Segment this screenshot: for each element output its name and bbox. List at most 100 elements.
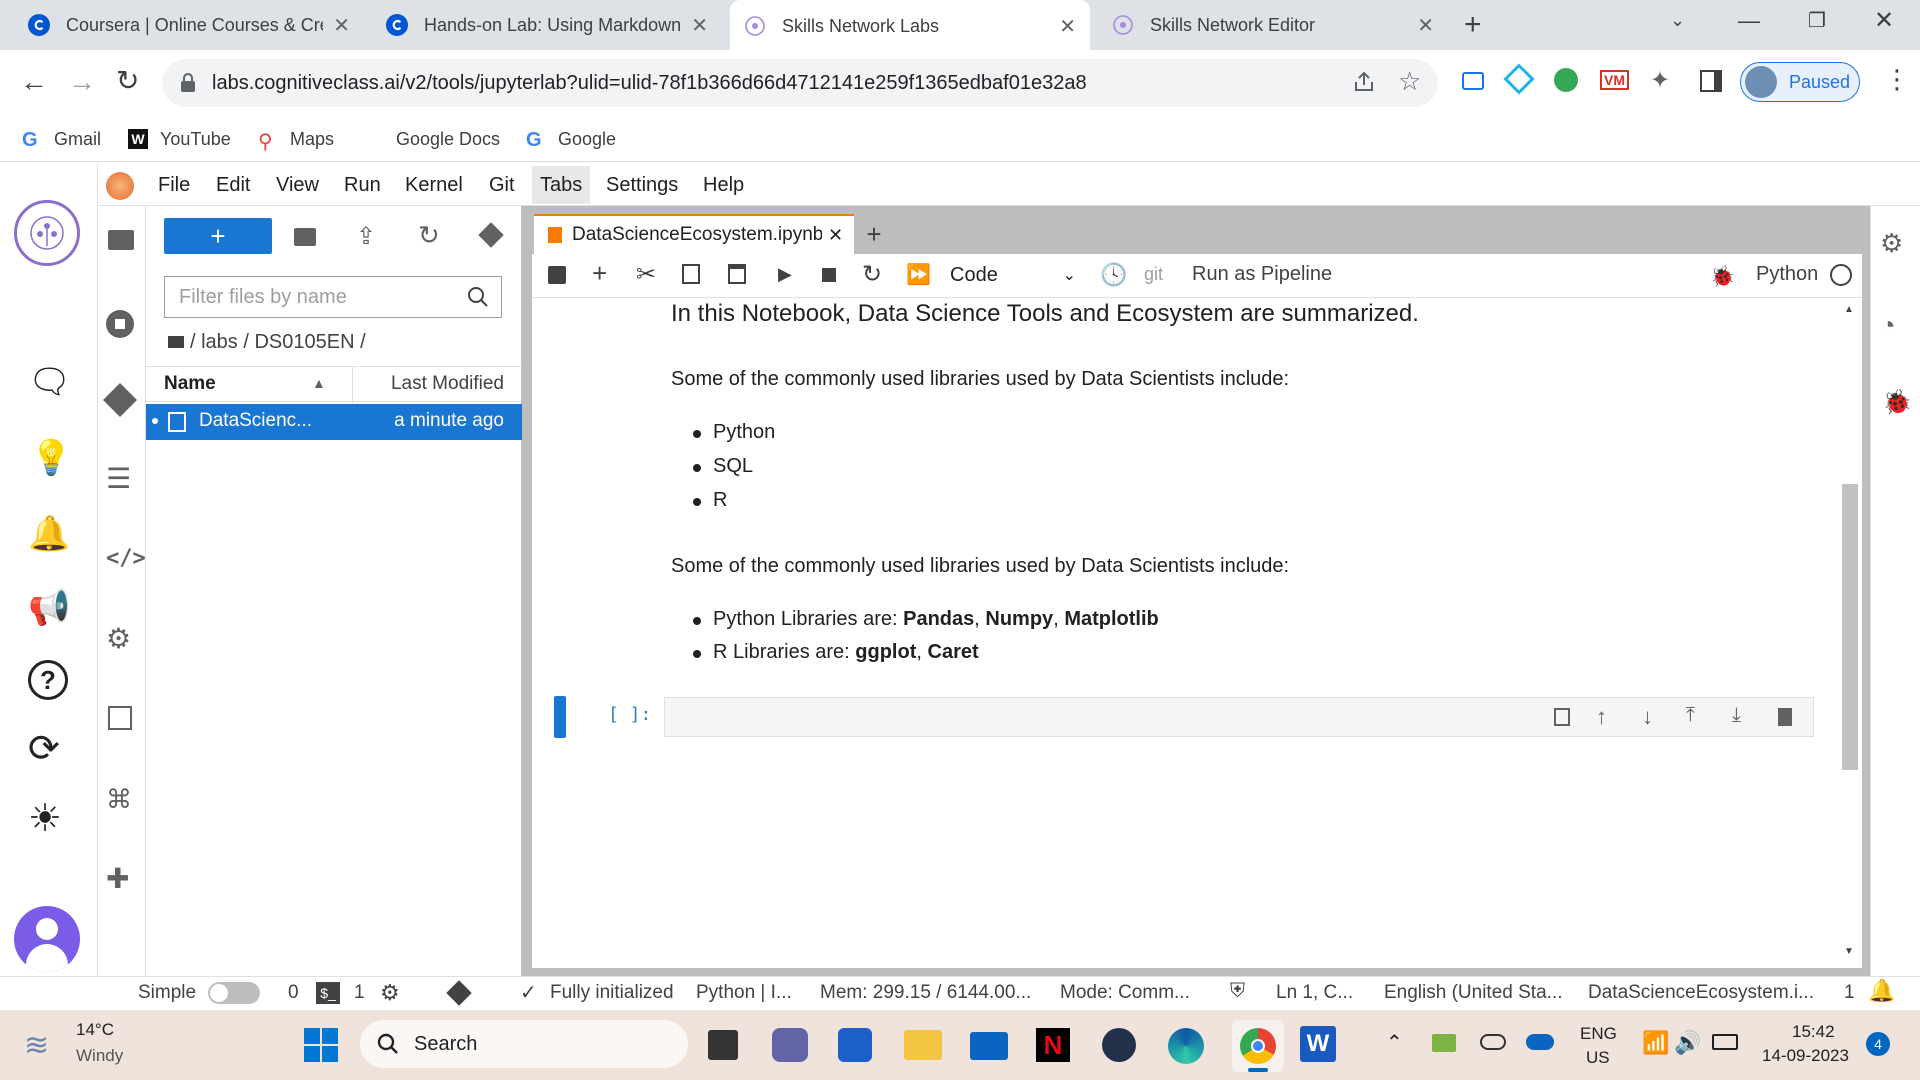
user-avatar-icon[interactable] — [14, 906, 80, 972]
windows-start-icon[interactable] — [304, 1028, 338, 1062]
teams-icon[interactable] — [772, 1028, 808, 1062]
restore-button[interactable]: ❐ — [1808, 8, 1826, 33]
insert-cell-icon[interactable]: + — [592, 258, 607, 289]
run-as-pipeline-button[interactable]: Run as Pipeline — [1192, 263, 1332, 286]
language-status[interactable]: English (United Sta... — [1384, 980, 1562, 1006]
edge-icon[interactable] — [1168, 1028, 1204, 1064]
minimize-button[interactable]: — — [1738, 8, 1760, 34]
screen-capture-extension-icon[interactable] — [1462, 72, 1484, 90]
close-icon[interactable]: ✕ — [828, 225, 843, 246]
move-up-icon[interactable]: ↑ — [1596, 704, 1607, 730]
upload-icon[interactable]: ⇪ — [356, 222, 376, 251]
chrome-taskbar-item[interactable] — [1232, 1020, 1284, 1072]
vm-extension-icon[interactable]: VM — [1600, 70, 1629, 90]
notification-badge[interactable]: 4 — [1866, 1032, 1890, 1056]
cursor-position[interactable]: Ln 1, C... — [1276, 980, 1353, 1006]
input-language[interactable]: ENG — [1580, 1024, 1617, 1044]
sync-icon[interactable]: ⟳ — [28, 726, 60, 771]
wifi-icon[interactable]: 📶 — [1642, 1030, 1669, 1056]
extension-manager-puzzle-icon[interactable]: ✚ — [106, 862, 129, 895]
close-icon[interactable]: ✕ — [1417, 13, 1434, 38]
volume-icon[interactable]: 🔊 — [1674, 1030, 1701, 1056]
filter-files-input[interactable]: Filter files by name — [164, 276, 502, 318]
tex-app-icon[interactable] — [1102, 1028, 1136, 1062]
bookmark-youtube[interactable]: W YouTube — [128, 122, 231, 156]
insert-above-icon[interactable]: ⤒ — [1686, 704, 1695, 727]
browser-tab-2[interactable]: Hands-on Lab: Using Markdown ✕ — [372, 0, 722, 50]
profile-button[interactable]: Paused — [1740, 62, 1860, 102]
share-icon[interactable] — [1352, 70, 1376, 94]
column-name[interactable]: Name — [164, 373, 216, 395]
tray-app-icon[interactable] — [1432, 1034, 1456, 1052]
fast-forward-icon[interactable]: ⏩ — [906, 262, 931, 287]
bookmark-google-docs[interactable]: Google Docs — [396, 122, 500, 156]
delete-cell-icon[interactable] — [1778, 708, 1792, 726]
new-tab-button[interactable]: + — [1464, 8, 1482, 42]
save-icon[interactable] — [548, 266, 566, 284]
task-view-icon[interactable] — [708, 1030, 738, 1060]
restart-icon[interactable]: ↻ — [862, 260, 882, 289]
add-tab-button[interactable]: + — [856, 216, 892, 252]
menu-run[interactable]: Run — [336, 166, 389, 204]
property-inspector-icon[interactable]: ⚙ — [1880, 228, 1903, 259]
clock-icon[interactable]: 🕓 — [1100, 262, 1127, 288]
menu-file[interactable]: File — [150, 166, 198, 204]
bookmark-maps[interactable]: ⚲ Maps — [258, 122, 334, 156]
menu-edit[interactable]: Edit — [208, 166, 258, 204]
stop-icon[interactable] — [822, 268, 836, 282]
netflix-icon[interactable]: N — [1036, 1028, 1070, 1062]
bookmark-google[interactable]: G Google — [526, 122, 616, 156]
lsp-status-icon[interactable]: ✓ — [520, 980, 537, 1005]
menu-kernel[interactable]: Kernel — [397, 166, 471, 204]
browser-tab-4[interactable]: Skills Network Editor ✕ — [1098, 0, 1448, 50]
menu-view[interactable]: View — [268, 166, 327, 204]
terminal-icon[interactable]: $_ — [316, 982, 340, 1004]
kernel-chip-icon[interactable]: ⚙ — [380, 980, 400, 1006]
onedrive-icon[interactable] — [1526, 1034, 1554, 1050]
menu-settings[interactable]: Settings — [598, 166, 686, 204]
back-button[interactable]: ← — [20, 66, 48, 98]
weather-wind-icon[interactable]: ≋ — [24, 1028, 49, 1063]
reload-button[interactable]: ↻ — [116, 64, 139, 97]
property-inspector-gear-icon[interactable]: ⚙ — [106, 622, 131, 655]
git-diff-button[interactable]: git — [1144, 264, 1163, 285]
clock-date[interactable]: 14-09-2023 — [1762, 1046, 1849, 1066]
menu-kebab-icon[interactable]: ⋮ — [1884, 64, 1910, 95]
kernel-name[interactable]: Python — [1756, 263, 1818, 286]
paste-icon[interactable] — [728, 264, 746, 284]
grammarly-extension-icon[interactable] — [1554, 68, 1578, 92]
components-icon[interactable]: ⌘ — [106, 784, 132, 815]
debugger-bug-icon[interactable]: 🐞 — [1882, 388, 1912, 417]
bookmark-star-icon[interactable]: ☆ — [1398, 66, 1421, 97]
mail-icon[interactable] — [970, 1032, 1008, 1060]
close-icon[interactable]: ✕ — [1059, 14, 1076, 39]
close-icon[interactable]: ✕ — [333, 13, 350, 38]
theme-sun-icon[interactable]: ☀ — [28, 796, 62, 841]
lsp-status-text[interactable]: Fully initialized — [550, 980, 674, 1006]
move-down-icon[interactable]: ↓ — [1642, 704, 1653, 730]
notebook-tab[interactable]: DataScienceEcosystem.ipynb ✕ — [534, 214, 854, 254]
close-icon[interactable]: ✕ — [691, 13, 708, 38]
extensions-puzzle-icon[interactable]: ✦ — [1650, 66, 1670, 95]
breadcrumb[interactable]: / labs / DS0105EN / — [168, 326, 366, 358]
duplicate-cell-icon[interactable] — [1554, 708, 1570, 726]
tray-cloud-icon[interactable] — [1480, 1034, 1506, 1050]
resource-usage-gauge-icon[interactable]: ◔ — [1880, 310, 1896, 341]
menu-git[interactable]: Git — [481, 166, 523, 204]
megaphone-icon[interactable]: 📢 — [28, 588, 70, 628]
tray-chevron-up-icon[interactable]: ⌃ — [1386, 1030, 1403, 1055]
insert-below-icon[interactable]: ⤓ — [1732, 704, 1741, 727]
file-row[interactable]: DataScienc... a minute ago — [146, 404, 522, 440]
notification-bell-icon[interactable]: 🔔 — [1868, 978, 1895, 1004]
refresh-icon[interactable]: ↻ — [418, 220, 440, 251]
close-window-button[interactable]: ✕ — [1874, 6, 1894, 35]
copy-icon[interactable] — [682, 264, 700, 284]
running-stop-icon[interactable] — [106, 310, 134, 338]
notebook-scrollbar[interactable]: ▲ ▼ — [1840, 298, 1860, 966]
file-explorer-icon[interactable] — [904, 1030, 942, 1060]
store-icon[interactable] — [838, 1028, 872, 1062]
help-icon[interactable]: ? — [28, 660, 68, 700]
skills-network-logo[interactable] — [14, 200, 80, 266]
weather-desc[interactable]: Windy — [76, 1046, 123, 1066]
forward-button[interactable]: → — [68, 66, 96, 98]
